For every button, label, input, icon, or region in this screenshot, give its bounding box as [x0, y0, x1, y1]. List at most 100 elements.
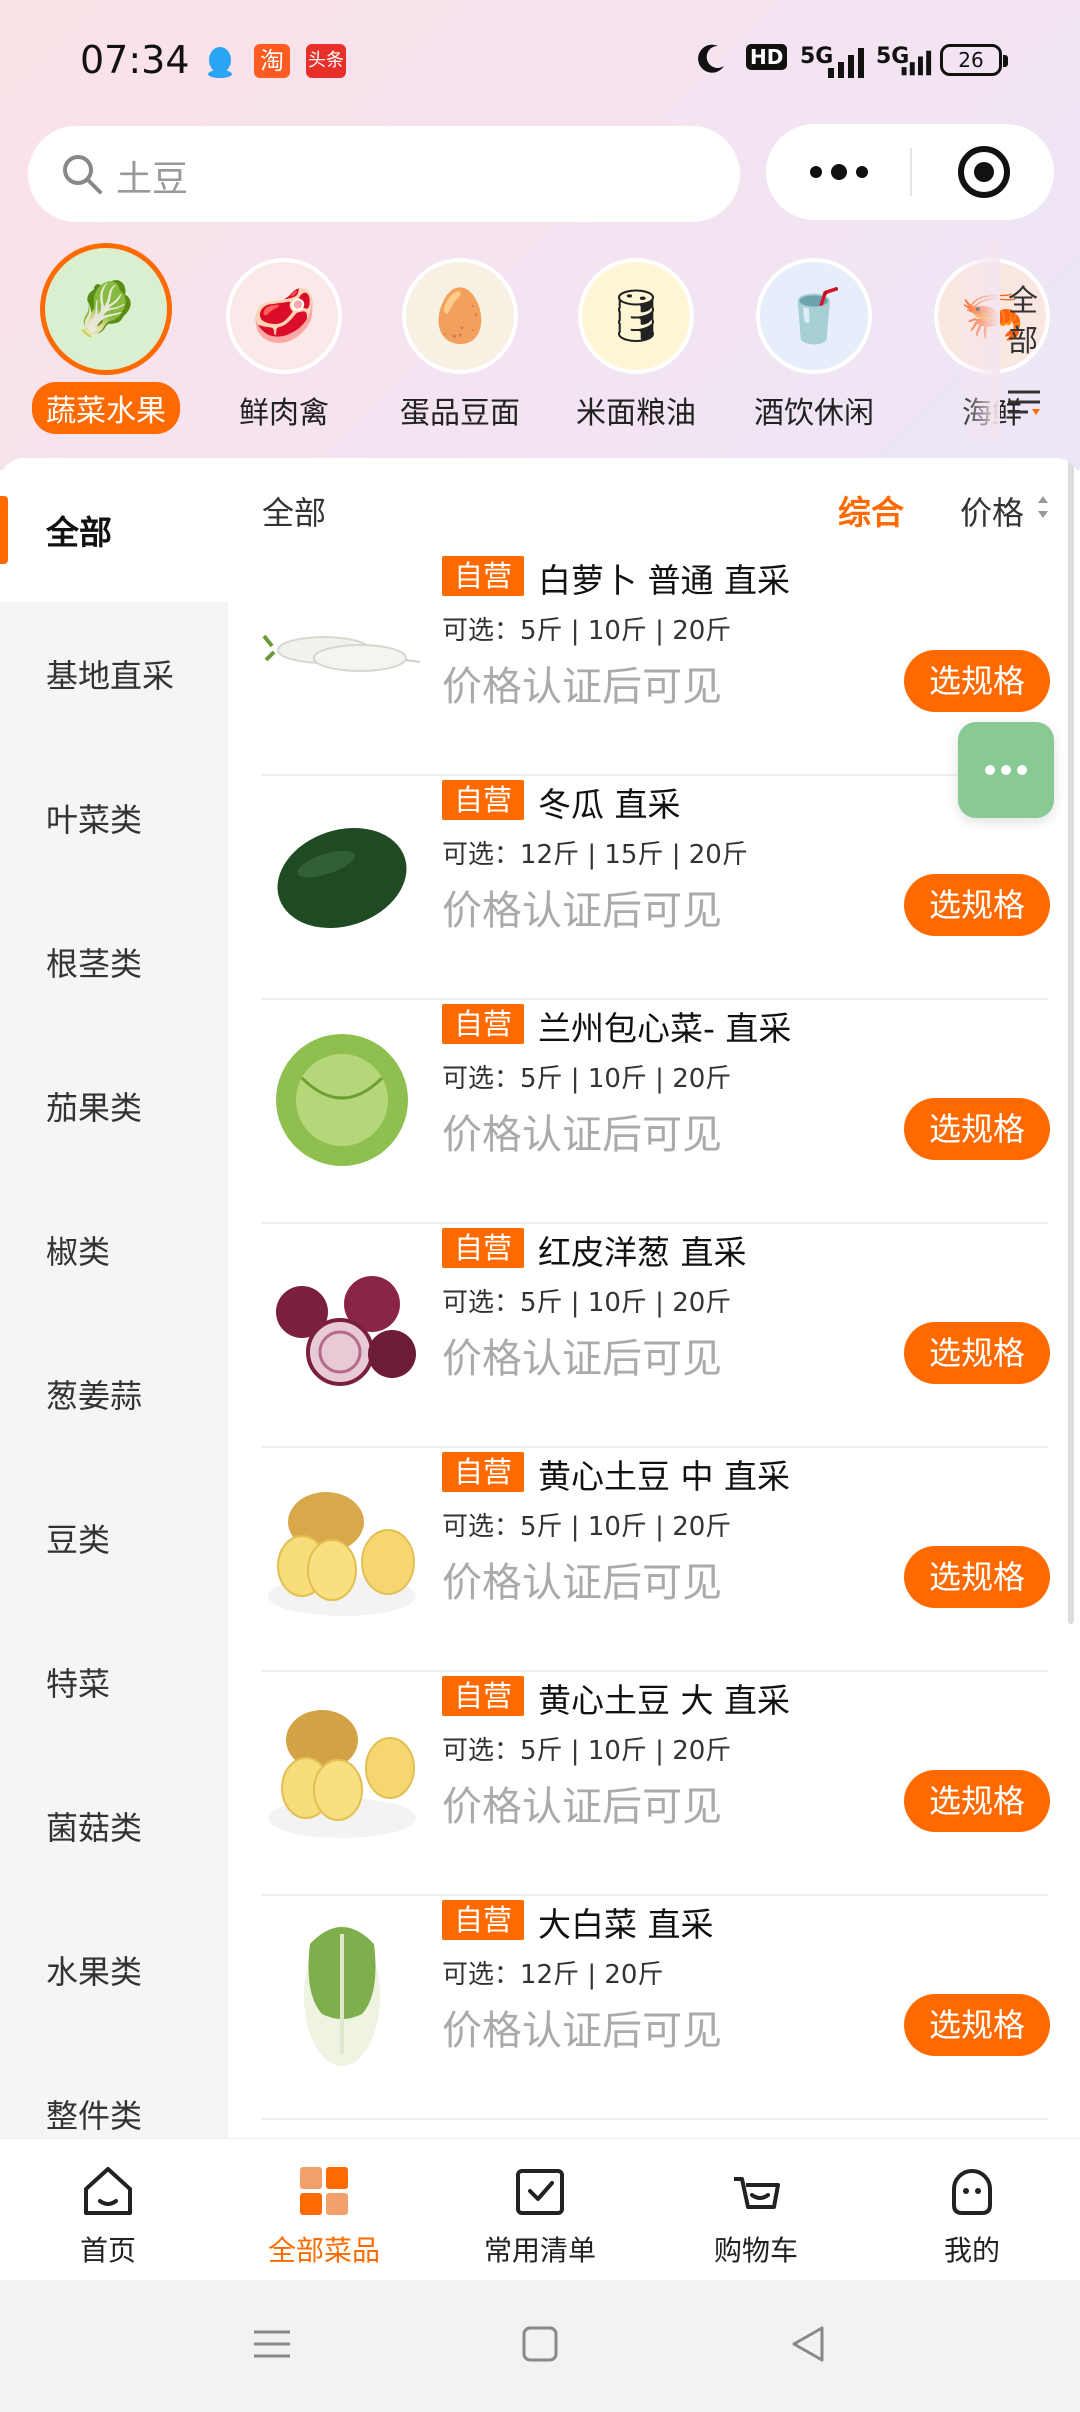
product-name: 兰州包心菜- 直采 — [538, 1009, 792, 1048]
home-button-icon[interactable] — [518, 2322, 562, 2366]
sidebar-item-aromatics[interactable]: 葱姜蒜 — [0, 1322, 228, 1466]
product-specs: 可选：12斤 | 20斤 — [442, 1960, 664, 1990]
self-operated-tag: 自营 — [442, 1676, 525, 1716]
category-vegetables[interactable]: 🥬 蔬菜水果 — [18, 240, 194, 434]
product-card[interactable]: 自营 大白菜 直采 可选：12斤 | 20斤 价格认证后可见 选规格 — [262, 1894, 1050, 2120]
toutiao-icon: 头条 — [306, 44, 346, 78]
price-hidden-note: 价格认证后可见 — [442, 1560, 722, 1606]
category-label: 酒饮休闲 — [754, 396, 874, 431]
select-spec-button[interactable]: 选规格 — [904, 1098, 1050, 1160]
product-specs: 可选：5斤 | 10斤 | 20斤 — [442, 616, 732, 646]
sidebar-item-peppers[interactable]: 椒类 — [0, 1178, 228, 1322]
close-miniapp-icon[interactable] — [956, 144, 1012, 200]
napa-cabbage-icon — [262, 1914, 422, 2074]
more-icon[interactable] — [806, 158, 872, 186]
sidebar-item-all[interactable]: 全部 — [0, 458, 228, 602]
price-hidden-note: 价格认证后可见 — [442, 2008, 722, 2054]
bottom-nav: 首页 全部菜品 常用清单 购物车 我的 — [0, 2138, 1080, 2281]
cart-icon — [734, 2177, 780, 2209]
product-card[interactable]: 自营 白萝卜 普通 直采 可选：5斤 | 10斤 | 20斤 价格认证后可见 选… — [262, 554, 1050, 776]
nav-cart[interactable]: 购物车 — [648, 2139, 864, 2281]
category-label: 蛋品豆面 — [400, 396, 520, 431]
list-scrollbar[interactable] — [1068, 458, 1074, 1624]
back-icon[interactable] — [786, 2322, 830, 2366]
sidebar-item-base-direct[interactable]: 基地直采 — [0, 602, 228, 746]
select-spec-button[interactable]: 选规格 — [904, 1770, 1050, 1832]
sidebar-item-fruit[interactable]: 水果类 — [0, 1898, 228, 2042]
product-specs: 可选：5斤 | 10斤 | 20斤 — [442, 1512, 732, 1542]
grid-icon — [300, 2167, 348, 2215]
category-eggs-tofu[interactable]: 🥚 蛋品豆面 — [372, 240, 548, 432]
price-hidden-note: 价格认证后可见 — [442, 1336, 722, 1382]
product-specs: 可选：5斤 | 10斤 | 20斤 — [442, 1736, 732, 1766]
cabbage-icon — [262, 1018, 422, 1178]
menu-lines-icon — [1008, 390, 1040, 415]
price-hidden-note: 价格认证后可见 — [442, 664, 722, 710]
more-dots-icon — [985, 765, 1027, 775]
wax-gourd-icon — [262, 794, 422, 954]
self-operated-tag: 自营 — [442, 1004, 525, 1044]
home-icon — [84, 2167, 132, 2215]
sidebar-item-root[interactable]: 根茎类 — [0, 890, 228, 1034]
recent-apps-icon[interactable] — [250, 2322, 294, 2366]
select-spec-button[interactable]: 选规格 — [904, 874, 1050, 936]
category-label: 鲜肉禽 — [239, 396, 329, 431]
tofu-egg-icon: 🥚 — [406, 262, 514, 370]
sidebar-item-mushrooms[interactable]: 菌菇类 — [0, 1754, 228, 1898]
category-meat[interactable]: 🥩 鲜肉禽 — [196, 240, 372, 432]
product-name: 黄心土豆 大 直采 — [538, 1681, 790, 1720]
nav-label: 全部菜品 — [267, 2234, 380, 2267]
product-card[interactable]: 自营 黄心土豆 大 直采 可选：5斤 | 10斤 | 20斤 价格认证后可见 选… — [262, 1670, 1050, 1896]
select-spec-button[interactable]: 选规格 — [904, 1322, 1050, 1384]
potato-icon — [262, 1466, 422, 1626]
nav-home[interactable]: 首页 — [0, 2139, 216, 2281]
self-operated-tag: 自营 — [442, 1228, 525, 1268]
category-grain-oil[interactable]: 🛢 米面粮油 — [548, 240, 724, 432]
select-spec-button[interactable]: 选规格 — [904, 1546, 1050, 1608]
qq-icon — [202, 44, 238, 78]
search-icon — [63, 155, 102, 194]
search-placeholder: 土豆 — [116, 159, 189, 200]
nav-label: 首页 — [79, 2234, 136, 2267]
sort-combined-tab[interactable]: 综合 — [838, 486, 904, 534]
list-check-icon — [516, 2169, 564, 2215]
sidebar-item-specialty[interactable]: 特菜 — [0, 1610, 228, 1754]
self-operated-tag: 自营 — [442, 780, 525, 820]
nav-all-dishes[interactable]: 全部菜品 — [216, 2139, 432, 2281]
product-name: 白萝卜 普通 直采 — [538, 561, 790, 600]
nav-label: 我的 — [943, 2234, 1000, 2267]
product-card[interactable]: 自营 红皮洋葱 直采 可选：5斤 | 10斤 | 20斤 价格认证后可见 选规格 — [262, 1222, 1050, 1448]
sidebar-item-beans[interactable]: 豆类 — [0, 1466, 228, 1610]
nav-common-list[interactable]: 常用清单 — [432, 2139, 648, 2281]
all-categories-button[interactable]: 全 部 — [996, 282, 1050, 362]
product-list: 自营 白萝卜 普通 直采 可选：5斤 | 10斤 | 20斤 价格认证后可见 选… — [228, 554, 1080, 2138]
status-bar: 07:34 淘 头条 HD 5G 5G 26 — [0, 0, 1080, 120]
product-card[interactable]: 自营 黄心土豆 中 直采 可选：5斤 | 10斤 | 20斤 价格认证后可见 选… — [262, 1446, 1050, 1672]
product-card[interactable]: 自营 兰州包心菜- 直采 可选：5斤 | 10斤 | 20斤 价格认证后可见 选… — [262, 998, 1050, 1224]
signal-icon-2 — [901, 50, 932, 76]
floating-more-button[interactable] — [958, 722, 1054, 818]
sidebar-item-bulk[interactable]: 整件类 — [0, 2042, 228, 2138]
sidebar-item-leafy[interactable]: 叶菜类 — [0, 746, 228, 890]
product-name: 大白菜 直采 — [538, 1905, 714, 1944]
product-specs: 可选：5斤 | 10斤 | 20斤 — [442, 1288, 732, 1318]
nav-profile[interactable]: 我的 — [864, 2139, 1080, 2281]
category-drinks[interactable]: 🥤 酒饮休闲 — [726, 240, 902, 432]
category-label: 蔬菜水果 — [32, 382, 180, 434]
self-operated-tag: 自营 — [442, 1900, 525, 1940]
select-spec-button[interactable]: 选规格 — [904, 1994, 1050, 2056]
sidebar-item-nightshade[interactable]: 茄果类 — [0, 1034, 228, 1178]
sort-price-tab[interactable]: 价格 — [960, 488, 1024, 534]
search-input[interactable]: 土豆 — [28, 126, 740, 222]
onion-icon — [262, 1242, 422, 1402]
product-name: 冬瓜 直采 — [538, 785, 681, 824]
select-spec-button[interactable]: 选规格 — [904, 650, 1050, 712]
miniapp-capsule — [766, 124, 1054, 220]
product-name: 黄心土豆 中 直采 — [538, 1457, 790, 1496]
potato-icon — [262, 1690, 422, 1850]
category-label: 米面粮油 — [576, 396, 696, 431]
product-card[interactable]: 自营 冬瓜 直采 可选：12斤 | 15斤 | 20斤 价格认证后可见 选规格 — [262, 774, 1050, 1000]
self-operated-tag: 自营 — [442, 556, 525, 596]
nav-label: 购物车 — [713, 2234, 798, 2267]
category-fade — [960, 240, 1000, 440]
